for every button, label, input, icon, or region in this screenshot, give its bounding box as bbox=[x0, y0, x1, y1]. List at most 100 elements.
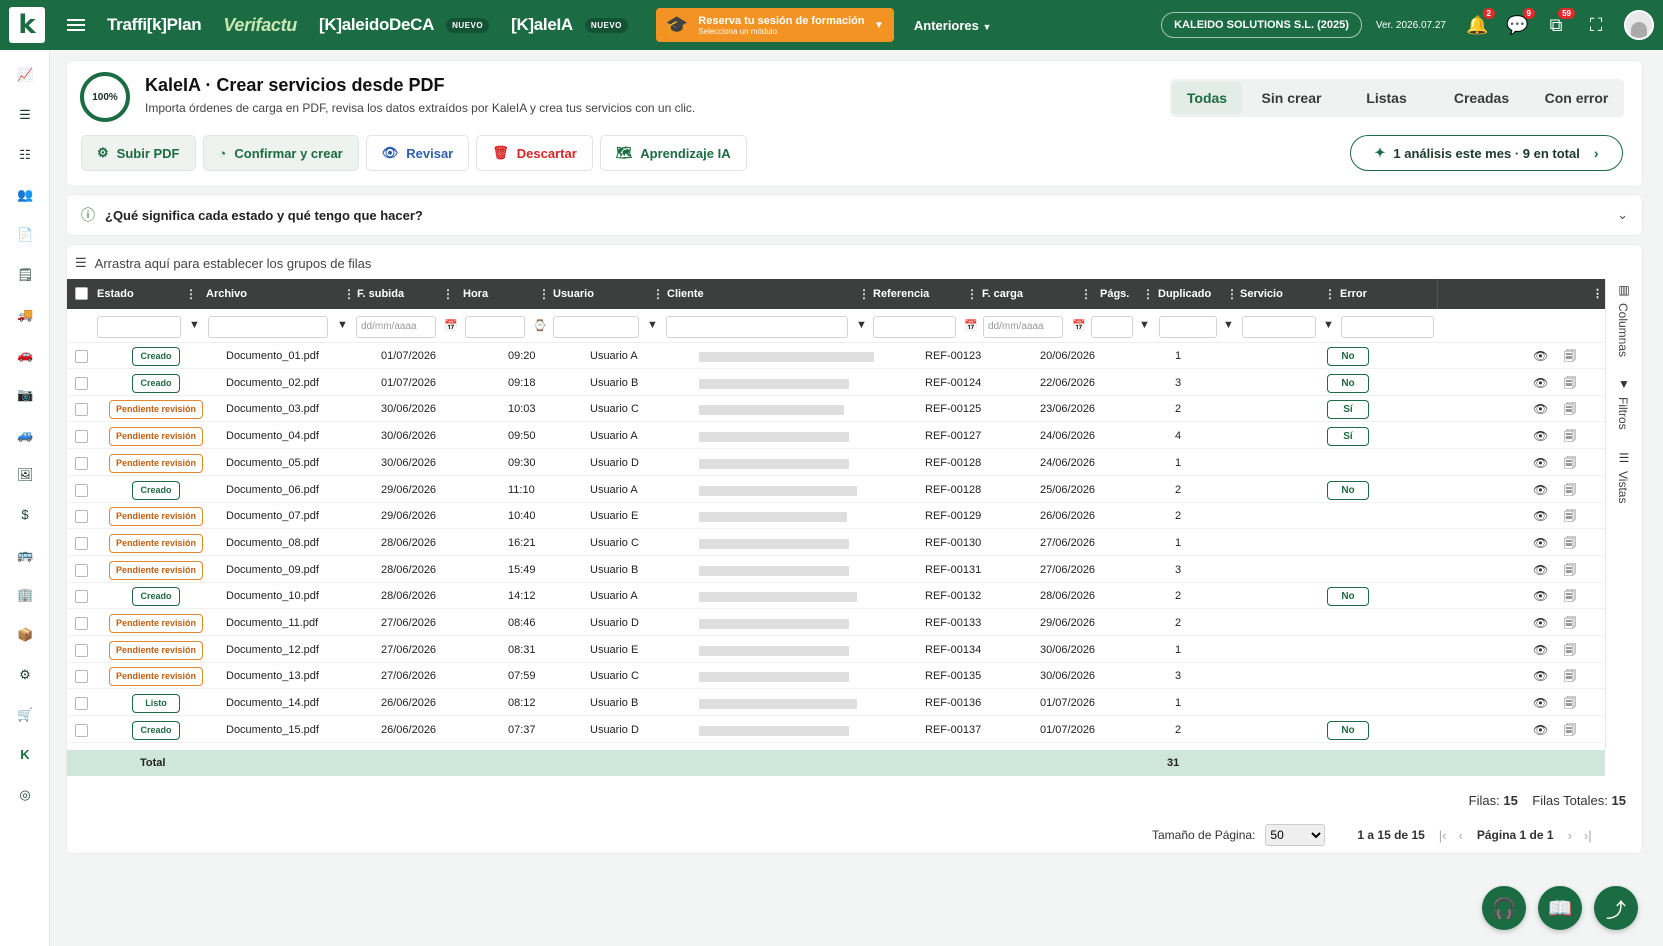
table-row[interactable]: Creado Documento_06.pdf 29/06/2026 11:10 Usu… bbox=[67, 477, 1605, 503]
column-menu-icon[interactable]: ⋮ bbox=[1226, 279, 1238, 309]
document-icon[interactable]: 🗐 bbox=[1564, 557, 1576, 583]
columns-tab[interactable]: Columnas bbox=[1616, 303, 1630, 357]
eye-icon[interactable]: 👁 bbox=[1533, 637, 1548, 663]
col-pags[interactable]: Págs. ⋮ bbox=[1100, 279, 1154, 309]
app-logo[interactable]: k bbox=[9, 7, 45, 43]
cell-archivo[interactable]: Documento_04.pdf bbox=[226, 423, 319, 449]
document-icon[interactable]: 🗐 bbox=[1564, 343, 1576, 369]
document-icon[interactable]: 🗐 bbox=[1564, 637, 1576, 663]
dollar-icon[interactable]: $ bbox=[17, 508, 33, 522]
filter-icon[interactable]: ▼ bbox=[337, 319, 348, 331]
col-estado[interactable]: Estado ⋮ bbox=[97, 279, 197, 309]
truck-icon[interactable]: 🚚 bbox=[17, 308, 33, 322]
col-hora[interactable]: Hora ⋮ bbox=[463, 279, 550, 309]
filter-pags-input[interactable] bbox=[1091, 316, 1133, 338]
row-checkbox[interactable] bbox=[75, 403, 88, 417]
column-menu-icon[interactable]: ⋮ bbox=[1142, 279, 1154, 309]
ai-learning-button[interactable]: 🗺 Aprendizaje IA bbox=[599, 135, 747, 171]
columns-icon[interactable]: ▥ bbox=[1614, 283, 1634, 297]
row-checkbox[interactable] bbox=[75, 430, 88, 444]
cell-archivo[interactable]: Documento_12.pdf bbox=[226, 637, 319, 663]
filter-servicio-input[interactable] bbox=[1242, 316, 1316, 338]
review-button[interactable]: 👁 Revisar bbox=[365, 135, 470, 171]
row-checkbox[interactable] bbox=[75, 456, 88, 470]
next-page-icon[interactable]: › bbox=[1568, 828, 1572, 843]
filter-icon[interactable]: ▼ bbox=[1139, 319, 1150, 331]
prev-page-icon[interactable]: ‹ bbox=[1459, 828, 1463, 843]
views-tab[interactable]: Vistas bbox=[1616, 471, 1630, 503]
eye-icon[interactable]: 👁 bbox=[1533, 477, 1548, 503]
company-selector[interactable]: KALEIDO SOLUTIONS S.L. (2025) bbox=[1161, 12, 1362, 38]
document-icon[interactable]: 🗐 bbox=[1564, 423, 1576, 449]
table-row[interactable]: Pendiente revisión Documento_05.pdf 30/06/… bbox=[67, 450, 1605, 476]
document-icon[interactable]: 🗐 bbox=[1564, 370, 1576, 396]
brand-kaleia[interactable]: [K]aleIA bbox=[511, 15, 573, 35]
cell-archivo[interactable]: Documento_03.pdf bbox=[226, 396, 319, 422]
tasks-icon[interactable]: ⧉ 59 bbox=[1546, 7, 1575, 36]
select-all-checkbox[interactable] bbox=[75, 287, 88, 300]
car-icon[interactable]: 🚗 bbox=[17, 348, 33, 362]
column-menu-icon[interactable]: ⋮ bbox=[966, 279, 978, 309]
column-menu-icon[interactable]: ⋮ bbox=[1324, 279, 1336, 309]
eye-icon[interactable]: 👁 bbox=[1533, 663, 1548, 689]
chat-icon[interactable]: 💬 9 bbox=[1506, 7, 1535, 36]
actions-column-menu-icon[interactable]: ⋮ bbox=[1592, 279, 1603, 309]
bus-icon[interactable]: 🚌 bbox=[17, 548, 33, 562]
column-menu-icon[interactable]: ⋮ bbox=[1080, 279, 1092, 309]
table-row[interactable]: Pendiente revisión Documento_07.pdf 29/06/… bbox=[67, 503, 1605, 530]
document-icon[interactable]: 📄 bbox=[17, 228, 33, 242]
table-row[interactable]: Pendiente revisión Documento_13.pdf 27/06/… bbox=[67, 663, 1605, 690]
document-icon[interactable]: 🗐 bbox=[1564, 477, 1576, 503]
eye-icon[interactable]: 👁 bbox=[1533, 717, 1548, 743]
filter-icon[interactable]: ▼ bbox=[1323, 319, 1334, 331]
row-checkbox[interactable] bbox=[75, 536, 88, 550]
col-f-subida[interactable]: F. subida ⋮ bbox=[357, 279, 454, 309]
last-page-icon[interactable]: ›| bbox=[1584, 828, 1592, 843]
discard-button[interactable]: 🗑 Descartar bbox=[476, 135, 593, 171]
eye-icon[interactable]: 👁 bbox=[1533, 583, 1548, 609]
users-icon[interactable]: 👥 bbox=[17, 188, 33, 202]
filter-f-carga-input[interactable]: dd/mm/aaaa bbox=[983, 316, 1063, 338]
col-error[interactable]: Error bbox=[1340, 279, 1436, 309]
column-menu-icon[interactable]: ⋮ bbox=[652, 279, 664, 309]
eye-icon[interactable]: 👁 bbox=[1533, 370, 1548, 396]
menu-icon[interactable] bbox=[67, 16, 85, 34]
row-checkbox[interactable] bbox=[75, 723, 88, 737]
table-row[interactable]: Creado Documento_02.pdf 01/07/2026 09:18 Usu… bbox=[67, 370, 1605, 396]
page-size-select[interactable]: 50 bbox=[1265, 824, 1326, 846]
share-icon[interactable]: ⤴ bbox=[1594, 886, 1638, 930]
vehicle-icon[interactable]: 🚙 bbox=[17, 428, 33, 442]
brand-trafikplan[interactable]: Traffi[k]Plan bbox=[107, 15, 202, 35]
filter-duplicado-input[interactable] bbox=[1159, 316, 1217, 338]
calendar-icon[interactable]: 📅 bbox=[444, 319, 458, 332]
table-row[interactable]: Pendiente revisión Documento_09.pdf 28/06/… bbox=[67, 557, 1605, 583]
col-usuario[interactable]: Usuario ⋮ bbox=[553, 279, 664, 309]
row-checkbox[interactable] bbox=[75, 590, 88, 604]
row-checkbox[interactable] bbox=[75, 643, 88, 657]
table-row[interactable]: Pendiente revisión Documento_12.pdf 27/06/… bbox=[67, 637, 1605, 663]
document-icon[interactable]: 🗐 bbox=[1564, 530, 1576, 556]
document-icon[interactable]: 🗐 bbox=[1564, 610, 1576, 636]
cart-icon[interactable]: 🛒 bbox=[17, 708, 33, 722]
cell-archivo[interactable]: Documento_14.pdf bbox=[226, 690, 319, 716]
column-menu-icon[interactable]: ⋮ bbox=[442, 279, 454, 309]
filter-icon[interactable]: ▼ bbox=[647, 319, 658, 331]
filter-referencia-input[interactable] bbox=[873, 316, 956, 338]
training-dropdown[interactable]: 🎓 Reserva tu sesión de formación Selecci… bbox=[655, 8, 894, 42]
image-icon[interactable]: 🖼 bbox=[17, 468, 34, 482]
document-icon[interactable]: 🗐 bbox=[1564, 717, 1576, 743]
row-checkbox[interactable] bbox=[75, 617, 88, 630]
tab-listas[interactable]: Listas bbox=[1341, 82, 1432, 114]
box-icon[interactable]: 📦 bbox=[17, 628, 33, 642]
calendar-icon[interactable]: 📅 bbox=[964, 319, 978, 332]
cell-archivo[interactable]: Documento_10.pdf bbox=[226, 583, 319, 609]
analysis-summary-button[interactable]: ✦ 1 análisis este mes · 9 en total › bbox=[1350, 135, 1623, 171]
bell-icon[interactable]: 🔔 2 bbox=[1466, 7, 1495, 36]
column-menu-icon[interactable]: ⋮ bbox=[185, 279, 197, 309]
row-checkbox[interactable] bbox=[75, 510, 88, 524]
table-row[interactable]: Creado Documento_01.pdf 01/07/2026 09:20 Usu… bbox=[67, 343, 1605, 369]
document-icon[interactable]: 🗐 bbox=[1564, 690, 1576, 716]
document-icon[interactable]: 🗐 bbox=[1564, 503, 1576, 529]
kaleido-icon[interactable]: K bbox=[17, 748, 33, 762]
clock-icon[interactable]: ⌚ bbox=[533, 319, 547, 332]
